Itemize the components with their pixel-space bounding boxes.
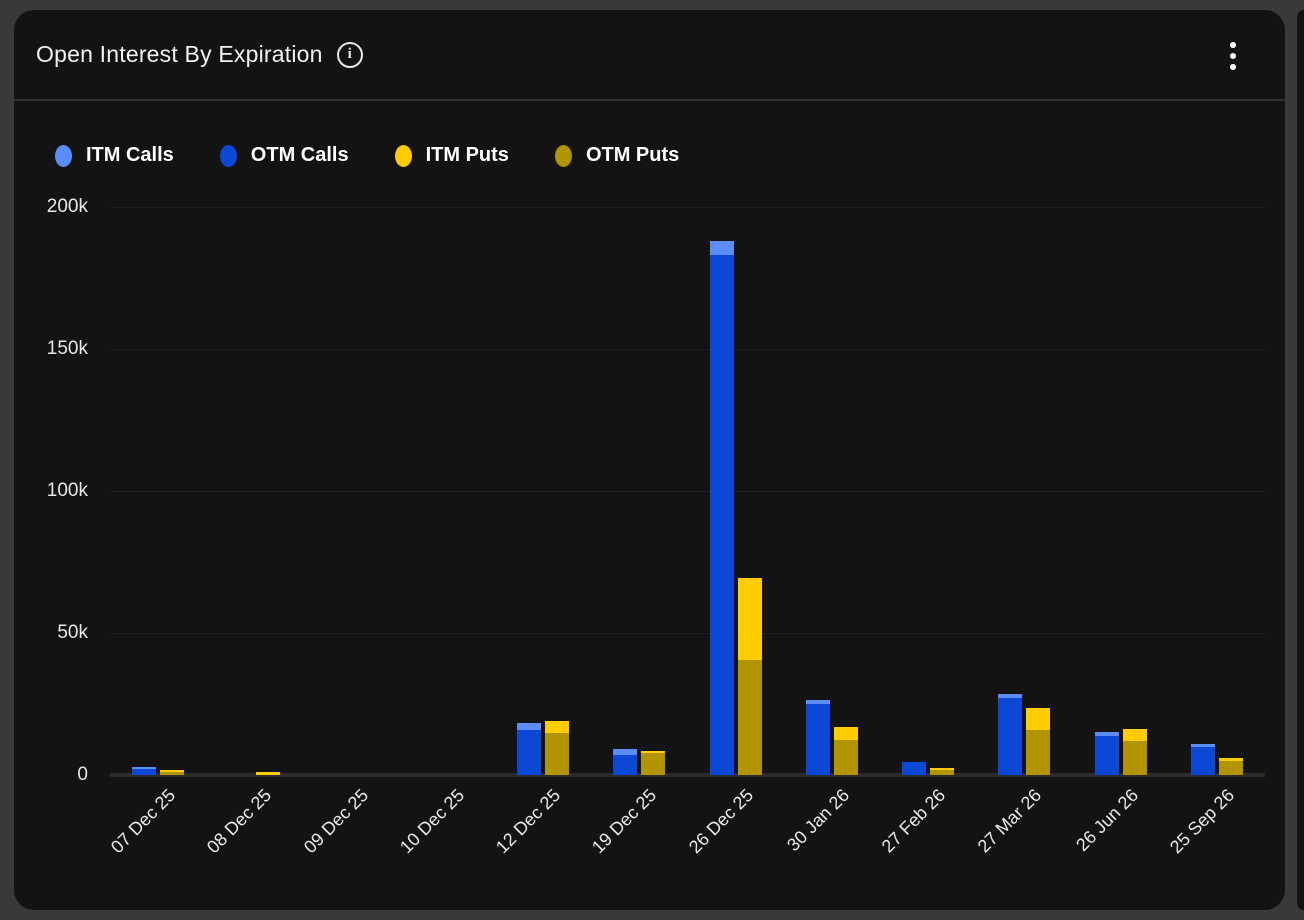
bar-itm-puts[interactable] <box>256 772 280 775</box>
bar-itm-calls[interactable] <box>1095 732 1119 736</box>
bar-itm-calls[interactable] <box>613 749 637 755</box>
chart-plot-area: 07 Dec 2508 Dec 2509 Dec 2510 Dec 2512 D… <box>110 207 1265 775</box>
bar-otm-calls[interactable] <box>613 755 637 775</box>
adjacent-card-edge <box>1297 10 1304 910</box>
legend-label: ITM Puts <box>426 144 509 167</box>
gridline-150k <box>110 349 1265 350</box>
bar-otm-calls[interactable] <box>1095 736 1119 775</box>
bar-otm-calls[interactable] <box>132 769 156 775</box>
x-axis-label: 08 Dec 25 <box>183 785 276 878</box>
bar-itm-calls[interactable] <box>806 700 830 704</box>
bar-otm-puts[interactable] <box>834 740 858 775</box>
bar-otm-calls[interactable] <box>902 762 926 775</box>
bar-itm-puts[interactable] <box>160 770 184 772</box>
legend-item-itm-puts[interactable]: ITM Puts <box>395 144 509 167</box>
bar-otm-calls[interactable] <box>517 730 541 775</box>
bar-otm-calls[interactable] <box>1191 747 1215 775</box>
legend-label: OTM Calls <box>251 144 349 167</box>
gridline-50k <box>110 633 1265 634</box>
y-axis-tick: 50k <box>14 622 88 644</box>
x-axis-label: 26 Jun 26 <box>1050 785 1143 878</box>
legend-item-otm-puts[interactable]: OTM Puts <box>555 144 679 167</box>
bar-itm-puts[interactable] <box>930 768 954 770</box>
x-axis-label: 19 Dec 25 <box>568 785 661 878</box>
bar-otm-puts[interactable] <box>160 772 184 775</box>
legend-dot-icon <box>555 145 572 167</box>
legend-dot-icon <box>55 145 72 167</box>
bar-otm-puts[interactable] <box>738 660 762 775</box>
legend-item-otm-calls[interactable]: OTM Calls <box>220 144 349 167</box>
card-header: Open Interest By Expiration i <box>14 10 1285 101</box>
bar-itm-puts[interactable] <box>1026 708 1050 730</box>
bar-otm-puts[interactable] <box>930 770 954 775</box>
bar-itm-calls[interactable] <box>517 723 541 730</box>
x-axis-label: 27 Feb 26 <box>857 785 950 878</box>
bar-itm-puts[interactable] <box>1123 729 1147 741</box>
x-axis-label: 07 Dec 25 <box>87 785 180 878</box>
page-title: Open Interest By Expiration <box>36 41 323 68</box>
gridline-200k <box>110 207 1265 208</box>
bar-itm-calls[interactable] <box>710 241 734 255</box>
legend-dot-icon <box>220 145 237 167</box>
y-axis-tick: 150k <box>14 338 88 360</box>
chart-legend: ITM Calls OTM Calls ITM Puts OTM Puts <box>55 144 679 167</box>
bar-itm-calls[interactable] <box>1191 744 1215 747</box>
x-axis-label: 25 Sep 26 <box>1146 785 1239 878</box>
x-axis-label: 09 Dec 25 <box>280 785 373 878</box>
bar-otm-puts[interactable] <box>545 733 569 775</box>
kebab-dot <box>1230 53 1236 59</box>
bar-otm-puts[interactable] <box>641 753 665 775</box>
x-axis-label: 30 Jan 26 <box>761 785 854 878</box>
bar-itm-calls[interactable] <box>998 694 1022 698</box>
bar-itm-puts[interactable] <box>641 751 665 753</box>
open-interest-card: Open Interest By Expiration i ITM Calls … <box>14 10 1285 910</box>
legend-item-itm-calls[interactable]: ITM Calls <box>55 144 174 167</box>
bar-itm-puts[interactable] <box>545 721 569 733</box>
gridline-100k <box>110 491 1265 492</box>
y-axis-tick: 100k <box>14 480 88 502</box>
x-axis-label: 26 Dec 25 <box>665 785 758 878</box>
y-axis-tick: 200k <box>14 196 88 218</box>
bar-otm-puts[interactable] <box>1026 730 1050 775</box>
bar-otm-calls[interactable] <box>806 704 830 775</box>
legend-dot-icon <box>395 145 412 167</box>
bar-otm-puts[interactable] <box>1219 761 1243 775</box>
bar-otm-puts[interactable] <box>1123 741 1147 775</box>
bar-itm-puts[interactable] <box>834 727 858 740</box>
legend-label: ITM Calls <box>86 144 174 167</box>
x-axis-line <box>110 773 1265 777</box>
x-axis-label: 10 Dec 25 <box>376 785 469 878</box>
y-axis-tick: 0 <box>14 764 88 786</box>
bar-itm-puts[interactable] <box>1219 758 1243 761</box>
bar-otm-calls[interactable] <box>710 255 734 775</box>
bar-itm-calls[interactable] <box>132 767 156 769</box>
x-axis-label: 27 Mar 26 <box>953 785 1046 878</box>
bar-otm-calls[interactable] <box>998 698 1022 775</box>
kebab-menu-button[interactable] <box>1221 34 1245 78</box>
legend-label: OTM Puts <box>586 144 679 167</box>
bar-itm-puts[interactable] <box>738 578 762 660</box>
info-icon[interactable]: i <box>337 42 363 68</box>
kebab-dot <box>1230 42 1236 48</box>
kebab-dot <box>1230 64 1236 70</box>
x-axis-label: 12 Dec 25 <box>472 785 565 878</box>
